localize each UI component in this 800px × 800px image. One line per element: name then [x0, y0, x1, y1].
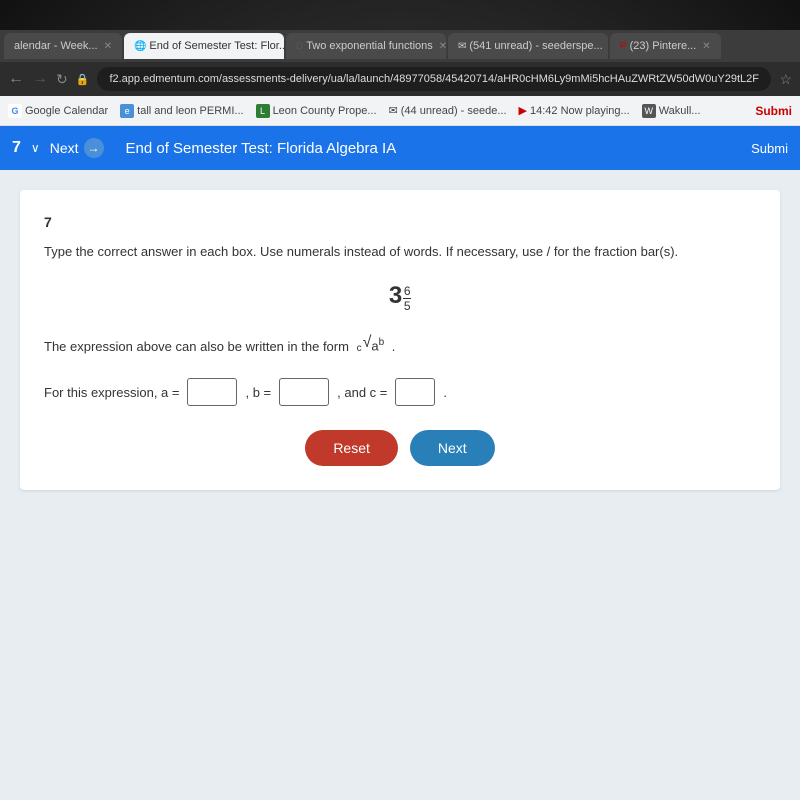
expression-fraction-exp: 6 5 [403, 284, 411, 313]
tab-email-label: (541 unread) - seederspe... [469, 40, 602, 52]
form-text-after: . [392, 339, 396, 354]
tab-two-exp-label: Two exponential functions [306, 40, 433, 52]
answer-row: For this expression, a = , b = , and c =… [44, 378, 756, 406]
lock-icon: 🔒 [76, 73, 90, 86]
wakulle-icon: W [642, 104, 656, 118]
edmentum-app-bar: 7 ∨ Next → End of Semester Test: Florida… [0, 126, 800, 170]
leon-county-icon: L [256, 104, 270, 118]
answer-b-label: , b = [245, 385, 271, 400]
question-number-label: 7 [44, 214, 756, 230]
reset-button[interactable]: Reset [305, 430, 398, 466]
bookmark-email[interactable]: ✉ (44 unread) - seede... [389, 104, 507, 117]
next-nav-button[interactable]: Next → [50, 138, 104, 158]
tab-pinterest-label: (23) Pintere... [630, 40, 697, 52]
tab-calendar-label: alendar - Week... [14, 40, 98, 52]
tab-pinterest[interactable]: P (23) Pintere... ✕ [610, 33, 721, 59]
reload-icon[interactable]: ↻ [56, 71, 68, 88]
bookmarks-bar: G Google Calendar e tall and leon PERMI.… [0, 96, 800, 126]
chevron-down-icon[interactable]: ∨ [31, 141, 40, 155]
submit-button[interactable]: Submi [751, 141, 788, 156]
expression-base: 3 [389, 282, 402, 309]
tab-two-exp[interactable]: D Two exponential functions ✕ [286, 33, 446, 59]
pinterest-icon: P [620, 41, 627, 52]
submit-label: Submi [755, 104, 792, 118]
main-content: 7 Type the correct answer in each box. U… [0, 170, 800, 800]
earth-icon: 🌐 [134, 41, 146, 52]
play-icon: ▶ [519, 104, 527, 117]
bookmark-leon-county[interactable]: L Leon County Prope... [256, 104, 377, 118]
radical-symbol: √ [363, 329, 372, 358]
bookmark-google-calendar-label: Google Calendar [25, 105, 108, 117]
submit-nav: Submi [755, 102, 792, 120]
radical-notation: c √ ab [357, 329, 385, 358]
next-arrow-icon: → [84, 138, 104, 158]
test-title: End of Semester Test: Florida Algebra IA [126, 140, 397, 157]
exp-denominator: 5 [404, 299, 411, 313]
back-icon[interactable]: ← [8, 70, 24, 88]
forward-icon[interactable]: → [32, 70, 48, 88]
answer-a-label: For this expression, a = [44, 385, 179, 400]
next-nav-label: Next [50, 140, 79, 156]
expression-display: 3 6 5 [44, 282, 756, 313]
mail-icon: ✉ [389, 104, 398, 117]
bookmark-tall-leon[interactable]: e tall and leon PERMI... [120, 104, 243, 118]
answer-c-label: , and c = [337, 385, 387, 400]
answer-suffix: . [443, 385, 447, 400]
exp-numerator: 6 [404, 284, 411, 298]
email-icon: ✉ [458, 41, 466, 52]
tab-calendar[interactable]: alendar - Week... ✕ [4, 33, 122, 59]
answer-c-input[interactable] [395, 378, 435, 406]
tab-end-of-semester-label: End of Semester Test: Flor... [149, 40, 284, 52]
google-calendar-icon: G [8, 104, 22, 118]
next-button[interactable]: Next [410, 430, 495, 466]
tab-bar: alendar - Week... ✕ 🌐 End of Semester Te… [0, 30, 800, 62]
bookmark-email-label: (44 unread) - seede... [401, 105, 507, 117]
bookmark-tall-leon-label: tall and leon PERMI... [137, 105, 243, 117]
answer-a-input[interactable] [187, 378, 237, 406]
tab-email[interactable]: ✉ (541 unread) - seederspe... ✕ [448, 33, 608, 59]
instructions-text: Type the correct answer in each box. Use… [44, 242, 756, 262]
tab-pinterest-close[interactable]: ✕ [702, 41, 710, 52]
bookmark-leon-county-label: Leon County Prope... [273, 105, 377, 117]
address-bar: ← → ↻ 🔒 ☆ [0, 62, 800, 96]
bookmark-star-icon[interactable]: ☆ [779, 71, 792, 88]
question-number-nav: 7 [12, 139, 21, 157]
bookmark-wakulle[interactable]: W Wakull... [642, 104, 701, 118]
radical-exponent: b [379, 337, 385, 348]
answer-b-input[interactable] [279, 378, 329, 406]
address-field[interactable] [97, 67, 771, 91]
question-card: 7 Type the correct answer in each box. U… [20, 190, 780, 490]
radical-radicand: ab [371, 334, 384, 358]
bookmark-now-playing[interactable]: ▶ 14:42 Now playing... [519, 104, 630, 117]
tab-calendar-close[interactable]: ✕ [104, 41, 112, 52]
tab-two-exp-close[interactable]: ✕ [439, 41, 446, 52]
bookmark-google-calendar[interactable]: G Google Calendar [8, 104, 108, 118]
form-expression-text: The expression above can also be written… [44, 329, 756, 358]
bookmark-now-playing-label: 14:42 Now playing... [530, 105, 630, 117]
radical-index: c [357, 340, 362, 358]
edmentum-icon: e [120, 104, 134, 118]
button-row: Reset Next [44, 430, 756, 466]
form-text-before: The expression above can also be written… [44, 339, 349, 354]
tab-end-of-semester[interactable]: 🌐 End of Semester Test: Flor... ✕ [124, 33, 284, 59]
bookmark-wakulle-label: Wakull... [659, 105, 701, 117]
doc-icon: D [296, 41, 303, 52]
